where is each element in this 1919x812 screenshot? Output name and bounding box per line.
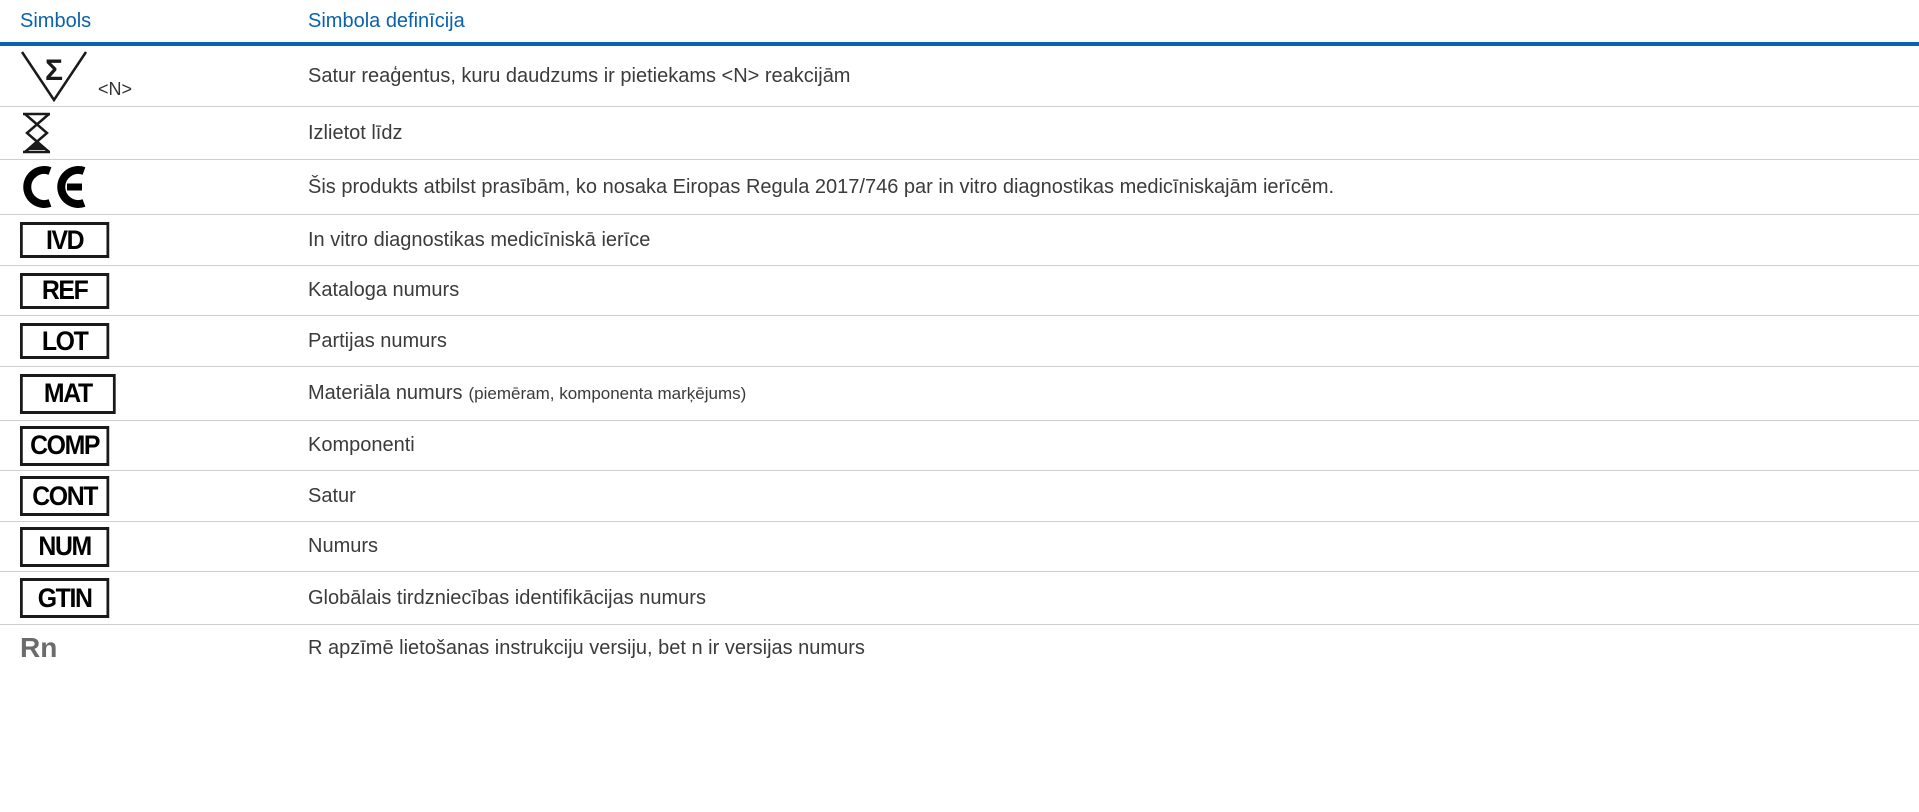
definition-cell: Numurs: [308, 535, 379, 557]
definition-cell: Šis produkts atbilst prasībām, ko nosaka…: [308, 175, 1335, 198]
symbol-cell: CONT: [20, 471, 117, 521]
symbol-cell: MAT: [20, 367, 124, 420]
symbol-cell: COMP: [20, 421, 117, 470]
definition-cell: Partijas numurs: [308, 329, 447, 352]
table-row: REF Kataloga numurs: [0, 266, 1919, 316]
definition-note: (piemēram, komponenta marķējums): [468, 383, 747, 403]
definition-column-header: Simbola definīcija: [308, 10, 465, 32]
definition-cell: Satur: [308, 484, 356, 507]
definition-cell: Globālais tirdzniecības identifikācijas …: [308, 586, 706, 609]
symbol-cell: NUM: [20, 522, 117, 571]
definition-cell: Izlietot līdz: [308, 121, 403, 144]
comp-symbol: COMP: [20, 425, 110, 466]
definition-cell: Materiāla numurs (piemēram, komponenta m…: [308, 367, 746, 420]
ivd-symbol: IVD: [20, 222, 110, 258]
ce-mark-icon: [23, 166, 86, 208]
symbol-cell: Rn: [20, 625, 57, 671]
table-row: Izlietot līdz: [0, 107, 1919, 160]
table-row: LOT Partijas numurs: [0, 316, 1919, 367]
cont-symbol: CONT: [20, 476, 110, 516]
ref-symbol: REF: [20, 272, 110, 309]
table-row: Σ <N> Satur reaģentus, kuru daudzums ir …: [0, 46, 1919, 107]
table-row: MAT Materiāla numurs (piemēram, komponen…: [0, 367, 1919, 421]
symbol-cell: Σ <N>: [20, 46, 132, 106]
table-row: NUM Numurs: [0, 522, 1919, 572]
lot-symbol: LOT: [20, 323, 110, 359]
symbol-column-header: Simbols: [20, 10, 92, 32]
mat-symbol: MAT: [20, 373, 116, 414]
definition-cell: R apzīmē lietošanas instrukciju versiju,…: [308, 636, 865, 659]
gtin-symbol: GTIN: [20, 578, 110, 618]
sigma-triangle-icon: Σ: [20, 51, 88, 102]
definition-cell: Kataloga numurs: [308, 279, 460, 301]
rn-symbol: Rn: [20, 632, 58, 663]
hourglass-icon: [23, 112, 50, 154]
symbol-cell: IVD: [20, 215, 117, 265]
sigma-n-label: <N>: [98, 78, 133, 99]
table-row: CONT Satur: [0, 471, 1919, 522]
symbol-cell: REF: [20, 266, 117, 315]
definition-cell: Komponenti: [308, 434, 415, 456]
definition-cell: Satur reaģentus, kuru daudzums ir pietie…: [308, 64, 851, 87]
table-row: COMP Komponenti: [0, 421, 1919, 471]
svg-text:Σ: Σ: [45, 54, 63, 87]
definition-text: Materiāla numurs: [308, 382, 463, 404]
symbol-cell: [20, 107, 54, 159]
table-row: IVD In vitro diagnostikas medicīniskā ie…: [0, 215, 1919, 266]
table-row: GTIN Globālais tirdzniecības identifikāc…: [0, 572, 1919, 625]
table-row: Rn R apzīmē lietošanas instrukciju versi…: [0, 625, 1919, 671]
symbol-cell: GTIN: [20, 572, 117, 624]
table-row: Šis produkts atbilst prasībām, ko nosaka…: [0, 160, 1919, 215]
symbol-cell: LOT: [20, 316, 117, 366]
symbol-cell: [20, 160, 92, 214]
table-header: Simbols Simbola definīcija: [0, 0, 1919, 46]
num-symbol: NUM: [20, 526, 110, 567]
definition-cell: In vitro diagnostikas medicīniskā ierīce: [308, 228, 651, 251]
